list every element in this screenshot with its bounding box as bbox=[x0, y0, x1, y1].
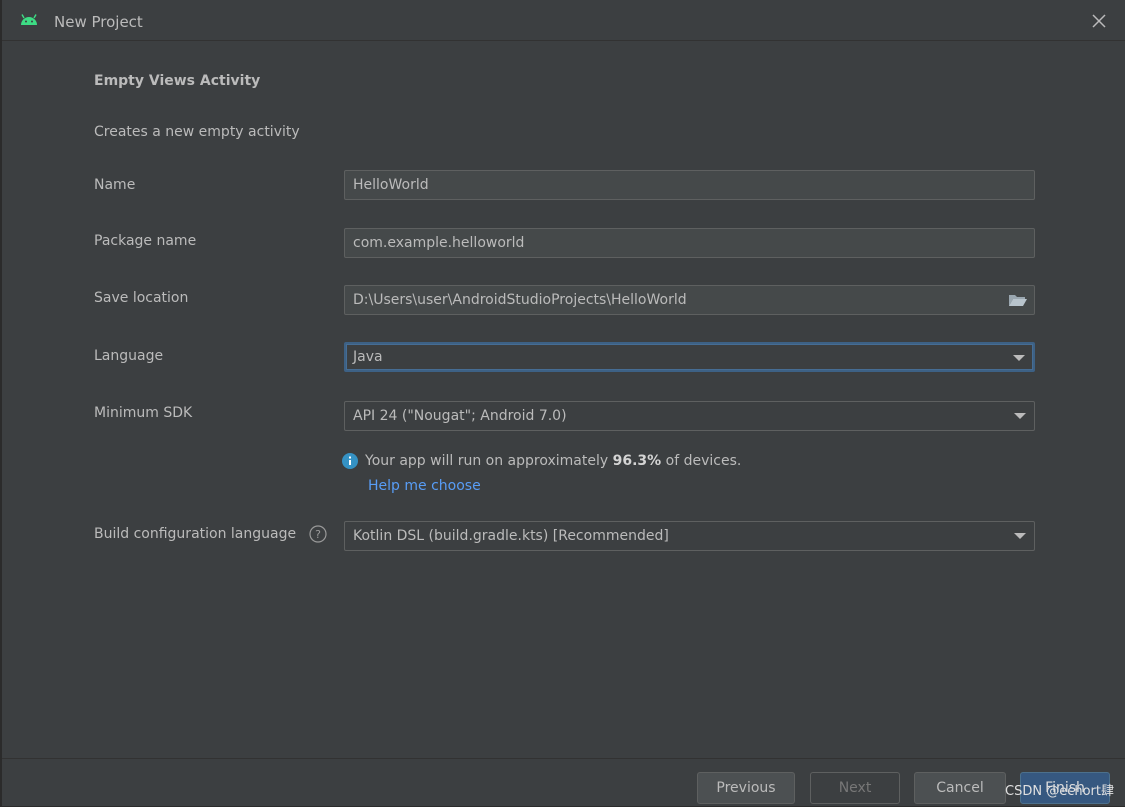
close-icon[interactable] bbox=[1091, 13, 1107, 29]
next-button[interactable]: Next bbox=[810, 772, 900, 804]
minimum-sdk-label: Minimum SDK bbox=[94, 405, 193, 421]
chevron-down-icon bbox=[1013, 355, 1025, 361]
build-config-dropdown[interactable]: Kotlin DSL (build.gradle.kts) [Recommend… bbox=[344, 521, 1035, 551]
chevron-down-icon bbox=[1014, 413, 1026, 419]
minimum-sdk-dropdown[interactable]: API 24 ("Nougat"; Android 7.0) bbox=[344, 401, 1035, 431]
info-text-suffix: of devices. bbox=[661, 453, 742, 469]
previous-button[interactable]: Previous bbox=[697, 772, 795, 804]
language-label: Language bbox=[94, 348, 164, 364]
name-field[interactable]: HelloWorld bbox=[344, 170, 1035, 200]
question-icon[interactable]: ? bbox=[309, 525, 327, 543]
package-name-field[interactable]: com.example.helloworld bbox=[344, 228, 1035, 258]
save-location-field[interactable]: D:\Users\user\AndroidStudioProjects\Hell… bbox=[344, 285, 1035, 315]
chevron-down-icon bbox=[1014, 533, 1026, 539]
device-coverage-info: Your app will run on approximately 96.3%… bbox=[342, 453, 741, 469]
title-bar: New Project bbox=[2, 0, 1125, 41]
package-name-label: Package name bbox=[94, 233, 197, 249]
package-name-value: com.example.helloworld bbox=[353, 235, 525, 251]
cancel-button[interactable]: Cancel bbox=[914, 772, 1006, 804]
watermark: CSDN @echort肆 bbox=[1005, 784, 1114, 799]
name-value: HelloWorld bbox=[353, 177, 429, 193]
new-project-dialog: New Project Empty Views Activity Creates… bbox=[0, 0, 1125, 806]
svg-text:?: ? bbox=[315, 528, 321, 541]
info-text-prefix: Your app will run on approximately bbox=[365, 453, 613, 469]
window-title: New Project bbox=[54, 13, 143, 31]
save-location-label: Save location bbox=[94, 290, 189, 306]
folder-icon[interactable] bbox=[1008, 293, 1028, 307]
template-description: Creates a new empty activity bbox=[94, 124, 300, 140]
language-dropdown[interactable]: Java bbox=[344, 342, 1035, 372]
name-label: Name bbox=[94, 177, 136, 193]
language-value: Java bbox=[353, 349, 383, 365]
info-percent: 96.3% bbox=[612, 453, 662, 469]
build-config-label: Build configuration language bbox=[94, 526, 297, 542]
info-icon bbox=[342, 453, 358, 469]
help-me-choose-link[interactable]: Help me choose bbox=[368, 478, 481, 494]
minimum-sdk-value: API 24 ("Nougat"; Android 7.0) bbox=[353, 408, 567, 424]
build-config-value: Kotlin DSL (build.gradle.kts) [Recommend… bbox=[353, 528, 669, 544]
template-heading: Empty Views Activity bbox=[94, 73, 261, 89]
android-icon bbox=[21, 14, 37, 25]
save-location-value: D:\Users\user\AndroidStudioProjects\Hell… bbox=[353, 292, 687, 308]
